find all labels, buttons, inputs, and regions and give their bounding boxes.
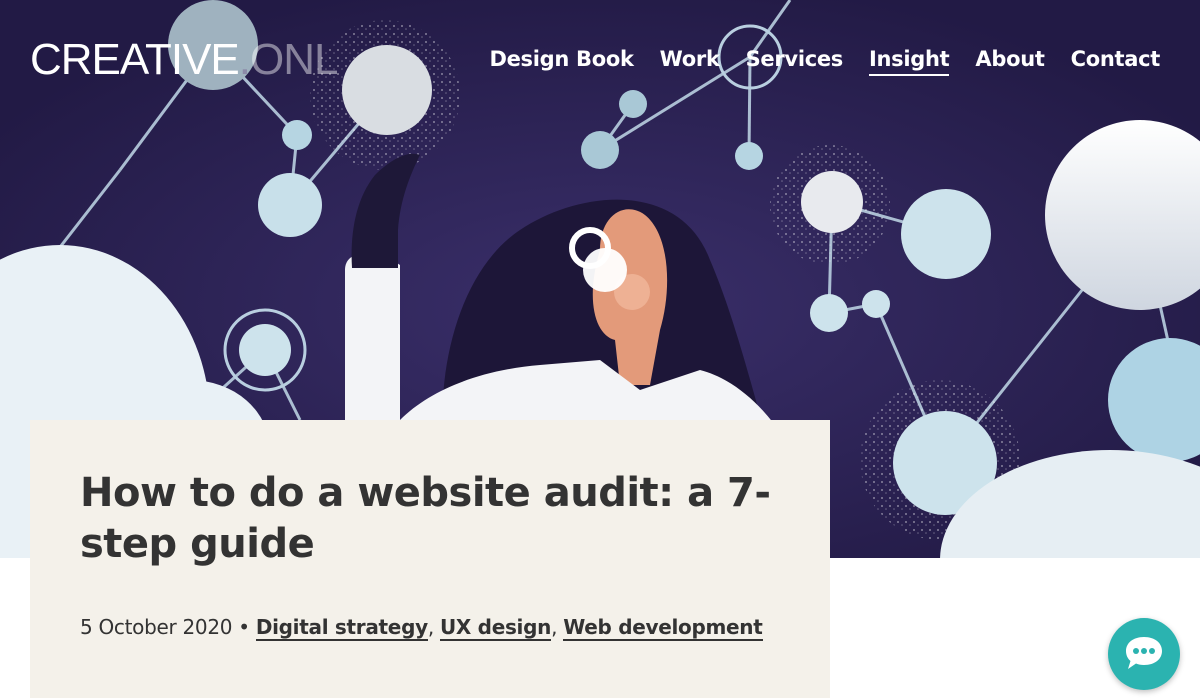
chat-button[interactable]: [1108, 618, 1180, 690]
article-meta: 5 October 2020 • Digital strategy, UX de…: [80, 615, 763, 641]
nav-item-insight[interactable]: Insight: [869, 44, 950, 76]
logo-dot: .: [238, 35, 251, 84]
nav-item-about[interactable]: About: [975, 44, 1045, 76]
article-date: 5 October 2020: [80, 615, 233, 639]
site-logo[interactable]: CREATIVE.ONL: [30, 35, 339, 84]
category-link-digital-strategy[interactable]: Digital strategy: [255, 615, 428, 641]
nav-item-contact[interactable]: Contact: [1071, 44, 1161, 76]
nav-item-services[interactable]: Services: [746, 44, 844, 76]
article-title: How to do a website audit: a 7-step guid…: [80, 470, 771, 567]
chat-bubble-icon: [1126, 637, 1162, 669]
meta-separator: •: [232, 615, 256, 639]
category-link-ux-design[interactable]: UX design: [439, 615, 551, 641]
category-link-web-development[interactable]: Web development: [563, 615, 763, 641]
nav-item-work[interactable]: Work: [660, 44, 720, 76]
nav-item-design-book[interactable]: Design Book: [489, 44, 634, 76]
main-nav: Design Book Work Services Insight About …: [489, 44, 1160, 76]
article-header-card: How to do a website audit: a 7-step guid…: [30, 420, 830, 698]
logo-main-text: CREATIVE: [30, 35, 240, 84]
logo-suffix-text: ONL: [250, 35, 338, 84]
